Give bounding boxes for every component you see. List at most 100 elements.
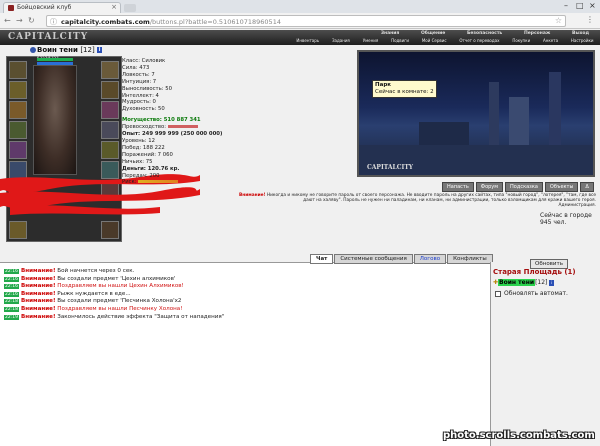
- online-count: Сейчас в городе 945 чел.: [540, 212, 592, 226]
- security-warning: Внимание! Никогда и никому не говорите п…: [230, 193, 596, 209]
- back-icon[interactable]: ←: [4, 16, 11, 25]
- bracer-slot[interactable]: [101, 121, 119, 139]
- tab-system[interactable]: Системные сообщения: [334, 254, 413, 264]
- game-logo: CAPITALCITY: [8, 32, 89, 42]
- auto-update[interactable]: Обновлять автомат.: [495, 290, 568, 297]
- tab-chat[interactable]: Чат: [310, 254, 334, 264]
- tower-shape: [489, 82, 499, 152]
- stat-superiority: Превосходство:: [122, 124, 232, 131]
- risk-label: Риск:: [122, 179, 137, 186]
- info-icon[interactable]: i: [549, 279, 555, 286]
- chat-text: Поздравляем вы нашли Цехин Алхимиков!: [57, 283, 184, 290]
- building-shape: [509, 97, 529, 152]
- maximize-icon[interactable]: □: [576, 1, 584, 10]
- sub-link-feats[interactable]: Подвиги: [391, 38, 409, 44]
- sub-link-purchases[interactable]: Покупки: [512, 38, 530, 44]
- belt-slot[interactable]: [9, 141, 27, 159]
- stat-intellect: Интеллект: 4: [122, 92, 159, 99]
- attack-button[interactable]: Напасть: [442, 182, 474, 192]
- top-link-character[interactable]: Персонаж: [524, 31, 550, 37]
- warning-title: Внимание!: [238, 193, 266, 198]
- stat-exp: Опыт: 249 999 999 (250 000 000): [122, 131, 223, 138]
- stat-class: Класс: Силовик: [122, 58, 166, 64]
- chat-warning: Внимание!: [20, 290, 56, 297]
- tooltip-subtitle: Сейчас в комнате: 2: [375, 89, 434, 95]
- browser-tabbar: Бойцовский клуб × – □ ×: [0, 0, 600, 13]
- stat-spirituality: Духовность: 50: [122, 106, 165, 113]
- top-link-security[interactable]: Безопасность: [467, 31, 502, 37]
- favicon-icon: [8, 5, 14, 11]
- tab-close-icon[interactable]: ×: [111, 3, 117, 11]
- new-tab-button[interactable]: [124, 4, 136, 12]
- sub-link-service[interactable]: Мой Сервис: [422, 38, 447, 44]
- pocket-slot-2[interactable]: [101, 221, 119, 239]
- sub-link-transfers[interactable]: Отчет о переводах: [459, 38, 499, 44]
- location-tooltip: Парк Сейчас в комнате: 2: [372, 80, 437, 98]
- stat-agility: Ловкость: 7: [122, 71, 155, 78]
- sub-link-skills[interactable]: Умения: [363, 38, 379, 44]
- chat-time: 22:18: [4, 306, 19, 312]
- online-level: [12]: [535, 279, 548, 286]
- online-user[interactable]: ✚Воин тени[12] i: [493, 279, 555, 286]
- superiority-bar: [167, 125, 198, 129]
- bookmark-star-icon[interactable]: ☆: [555, 16, 562, 25]
- chat-time: 22:18: [4, 299, 19, 305]
- reload-icon[interactable]: ↻: [28, 16, 35, 25]
- url-path: /buttons.pl?battle=0.510610718960514: [149, 18, 281, 26]
- stat-draws: Ничьих: 75: [122, 158, 153, 165]
- tab-lair[interactable]: Логово: [413, 254, 447, 264]
- chat-tabs: Чат Системные сообщения Логово Конфликты: [310, 254, 493, 264]
- cloak-slot[interactable]: [101, 81, 119, 99]
- url-host: capitalcity.combats.com: [61, 18, 150, 26]
- top-link-exit[interactable]: Выход: [572, 31, 589, 37]
- character-level: [12]: [80, 46, 95, 54]
- location-image[interactable]: Парк Сейчас в комнате: 2 CAPITALCITY: [357, 50, 595, 177]
- close-window-icon[interactable]: ×: [589, 1, 596, 10]
- earrings-slot[interactable]: [101, 61, 119, 79]
- chat-warning: Внимание!: [20, 298, 56, 305]
- forum-button[interactable]: Форум: [475, 182, 504, 192]
- sub-link-inventory[interactable]: Инвентарь: [296, 38, 319, 44]
- delta-button[interactable]: Δ: [580, 182, 594, 192]
- sub-link-quests[interactable]: Задания: [332, 38, 350, 44]
- url-field[interactable]: ⓘ capitalcity.combats.com/buttons.pl?bat…: [46, 15, 566, 27]
- armor-slot[interactable]: [9, 121, 27, 139]
- minimize-icon[interactable]: –: [564, 1, 568, 10]
- pocket-slot-1[interactable]: [9, 221, 27, 239]
- browser-menu-icon[interactable]: ⋮: [586, 15, 594, 24]
- chat-warning: Внимание!: [20, 305, 56, 312]
- helmet-slot[interactable]: [9, 61, 27, 79]
- hint-button[interactable]: Подсказка: [505, 182, 543, 192]
- tab-conflicts[interactable]: Конфликты: [447, 254, 493, 264]
- chat-text: Закончилось действие эффекта "Защита от …: [57, 313, 225, 320]
- sub-link-settings[interactable]: Настройки: [571, 38, 594, 44]
- info-icon[interactable]: i: [97, 47, 103, 53]
- shield-slot[interactable]: [101, 101, 119, 119]
- forward-icon[interactable]: →: [16, 16, 23, 25]
- stat-level: Уровень: 12: [122, 137, 156, 144]
- objects-button[interactable]: Объекты: [544, 182, 579, 192]
- browser-tab[interactable]: Бойцовский клуб ×: [3, 2, 121, 13]
- warning-text: Никогда и никому не говорите пароль от с…: [266, 193, 596, 204]
- stat-risk: Риск:: [122, 179, 232, 186]
- chat-time: 22:16: [4, 276, 19, 282]
- info-icon[interactable]: ⓘ: [50, 17, 57, 27]
- sub-link-profile[interactable]: Анкета: [543, 38, 558, 44]
- online-nick[interactable]: Воин тени: [498, 279, 536, 286]
- auto-update-checkbox[interactable]: [495, 290, 501, 297]
- stat-strength: Сила: 473: [122, 64, 150, 71]
- character-name[interactable]: Воин тени [12] i: [30, 46, 103, 54]
- chat-text: Поздравляем вы нашли Песчинку Холона!: [57, 305, 183, 312]
- top-link-chat[interactable]: Общение: [421, 31, 445, 37]
- sub-links: Инвентарь Задания Умения Подвиги Мой Сер…: [290, 38, 600, 44]
- weapon-slot[interactable]: [9, 101, 27, 119]
- rune-slot[interactable]: [101, 141, 119, 159]
- amulet-slot[interactable]: [9, 81, 27, 99]
- character-figure: [33, 65, 77, 175]
- location-buttons: Напасть Форум Подсказка Объекты Δ: [442, 182, 594, 192]
- room-name: Старая Площадь (1): [493, 268, 576, 276]
- stat-intuition: Интуиция: 7: [122, 78, 157, 85]
- chat-text: Бой начнется через 0 сек.: [57, 268, 135, 274]
- tooltip-title: Парк: [375, 82, 391, 88]
- top-link-knowledge[interactable]: Знания: [381, 31, 400, 37]
